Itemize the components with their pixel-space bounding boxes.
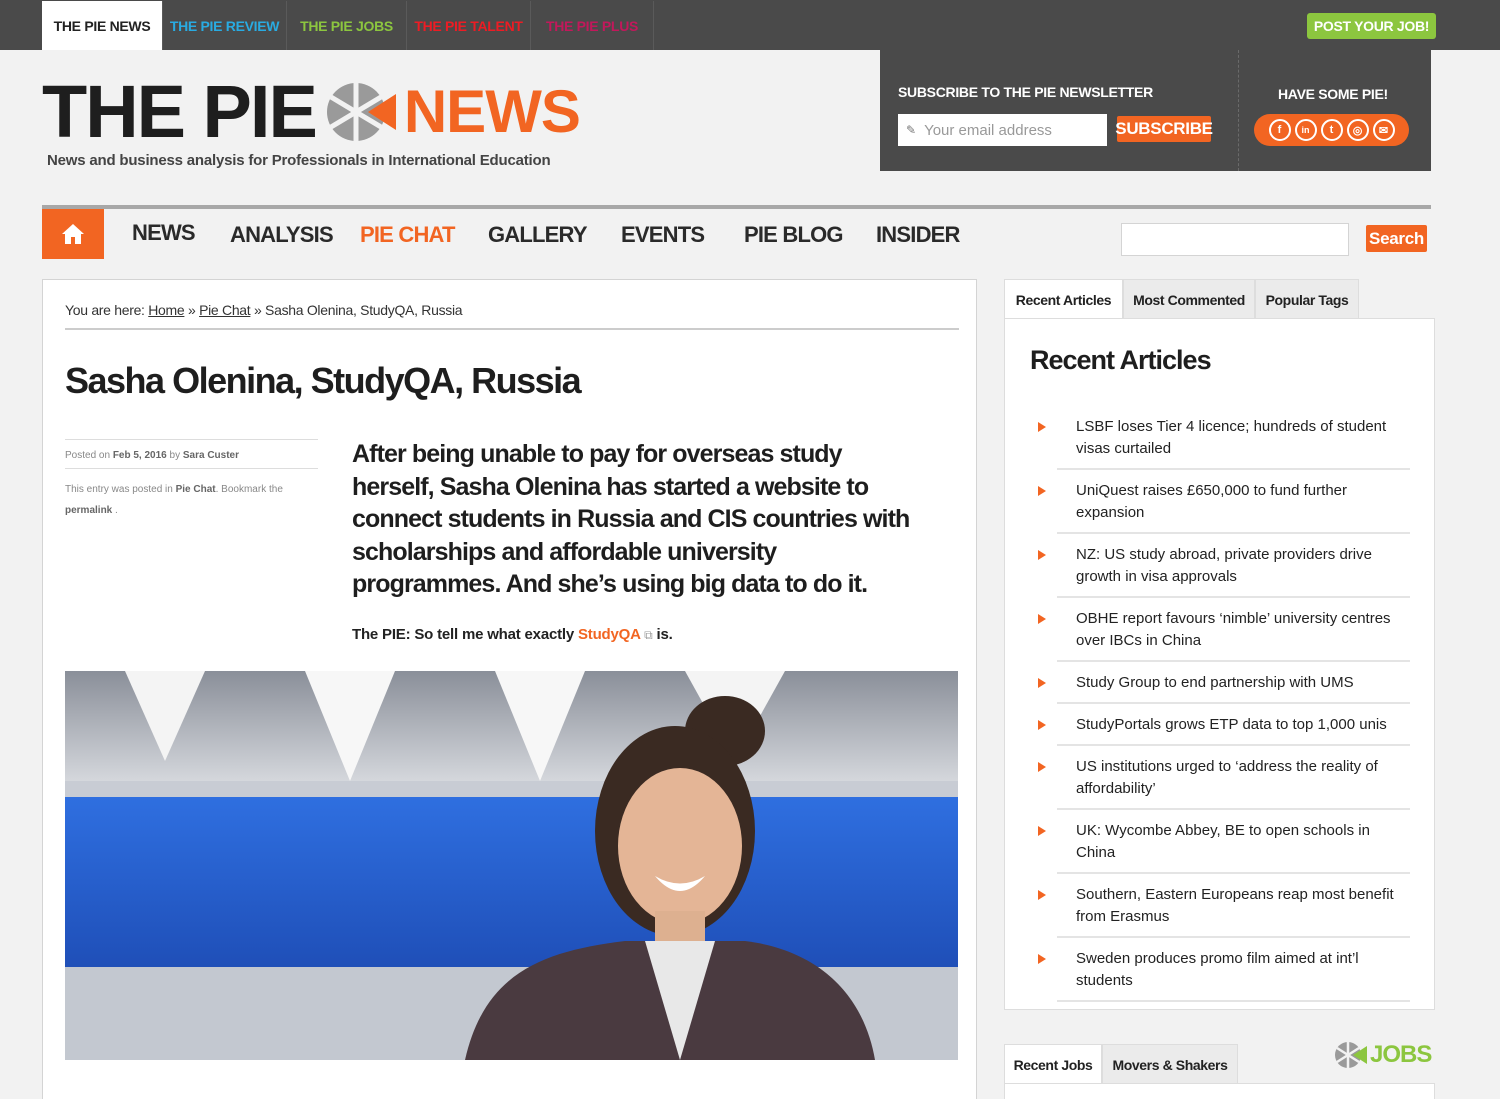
social-links: f in t ◎ ✉ [1254,114,1409,146]
instagram-icon[interactable]: ◎ [1346,119,1369,141]
pencil-icon: ✎ [906,123,917,137]
post-author[interactable]: Sara Custer [183,450,239,461]
subscribe-button[interactable]: SUBSCRIBE [1115,116,1213,142]
site-tagline: News and business analysis for Professio… [47,152,551,169]
breadcrumb-pie-chat-link[interactable]: Pie Chat [199,302,251,318]
pie-jobs-icon [1335,1042,1367,1068]
breadcrumb: You are here: Home » Pie Chat » Sasha Ol… [65,302,463,318]
nav-gallery[interactable]: GALLERY [488,222,588,248]
list-item[interactable]: US institutions urged to ‘address the re… [1038,746,1410,810]
list-item[interactable]: NZ: US study abroad, private providers d… [1038,534,1410,598]
email-field[interactable]: ✎ Your email address [898,114,1107,146]
breadcrumb-divider [65,328,959,330]
tab-recent-jobs[interactable]: Recent Jobs [1004,1044,1102,1084]
email-icon[interactable]: ✉ [1372,119,1395,141]
breadcrumb-current: Sasha Olenina, StudyQA, Russia [265,302,463,318]
list-item[interactable]: LSBF loses Tier 4 licence; hundreds of s… [1038,406,1410,470]
list-item[interactable]: UK: Wycombe Abbey, BE to open schools in… [1038,810,1410,874]
jobs-panel [1004,1083,1435,1099]
post-date-row: Posted on Feb 5, 2016 by Sara Custer [65,439,318,469]
logo-text-the-pie: THE PIE [42,70,318,153]
post-category-row: This entry was posted in Pie Chat. Bookm… [65,484,283,516]
external-link-icon: ⧉ [644,628,653,642]
tab-the-pie-plus[interactable]: THE PIE PLUS [531,1,654,50]
article-panel: You are here: Home » Pie Chat » Sasha Ol… [42,279,977,1099]
tab-recent-articles[interactable]: Recent Articles [1004,279,1123,319]
linkedin-icon[interactable]: in [1294,119,1317,141]
post-date[interactable]: Feb 5, 2016 [113,450,167,461]
facebook-icon[interactable]: f [1268,119,1291,141]
permalink-link[interactable]: permalink [65,505,112,516]
newsletter-title: SUBSCRIBE TO THE PIE NEWSLETTER [898,84,1153,100]
tab-most-commented[interactable]: Most Commented [1123,279,1255,319]
nav-events[interactable]: EVENTS [621,222,705,248]
email-placeholder: Your email address [924,121,1052,139]
tab-movers-shakers[interactable]: Movers & Shakers [1102,1044,1238,1084]
portrait-image [65,671,958,1060]
page-title: Sasha Olenina, StudyQA, Russia [65,360,582,401]
nav-news[interactable]: NEWS [132,220,196,246]
pie-jobs-logo[interactable]: JOBS [1334,1040,1432,1070]
list-item[interactable]: OBHE report favours ‘nimble’ university … [1038,598,1410,662]
top-bar: THE PIE NEWS THE PIE REVIEW THE PIE JOBS… [0,0,1500,50]
post-category-link[interactable]: Pie Chat [176,484,216,495]
tab-popular-tags[interactable]: Popular Tags [1255,279,1359,319]
interview-question: The PIE: So tell me what exactly StudyQA… [352,626,673,643]
recent-articles-panel: Recent Articles LSBF loses Tier 4 licenc… [1004,318,1435,1010]
studyqa-link[interactable]: StudyQA [578,626,640,643]
nav-pie-chat[interactable]: PIE CHAT [360,222,455,248]
list-item[interactable]: UniQuest raises £650,000 to fund further… [1038,470,1410,534]
list-item[interactable]: StudyPortals grows ETP data to top 1,000… [1038,704,1410,746]
home-icon [62,224,84,244]
have-some-pie-label: HAVE SOME PIE! [1278,86,1388,102]
search-button[interactable]: Search [1366,225,1427,252]
breadcrumb-home-link[interactable]: Home [148,302,184,318]
twitter-icon[interactable]: t [1320,119,1343,141]
list-item[interactable]: Sweden produces promo film aimed at int’… [1038,938,1410,1002]
nav-divider [42,205,1431,209]
nav-pie-blog[interactable]: PIE BLOG [744,222,844,248]
tab-the-pie-review[interactable]: THE PIE REVIEW [163,1,287,50]
pie-logo-icon [326,83,396,141]
list-item[interactable]: Southern, Eastern Europeans reap most be… [1038,874,1410,938]
recent-articles-title: Recent Articles [1030,345,1212,375]
nav-analysis[interactable]: ANALYSIS [230,222,334,248]
search-input[interactable] [1121,223,1349,256]
recent-articles-list: LSBF loses Tier 4 licence; hundreds of s… [1030,406,1410,1002]
tab-the-pie-talent[interactable]: THE PIE TALENT [407,1,531,50]
tab-the-pie-news[interactable]: THE PIE NEWS [42,1,163,50]
site-logo[interactable]: THE PIE NEWS [42,70,581,153]
list-item[interactable]: Study Group to end partnership with UMS [1038,662,1410,704]
newsletter-box: SUBSCRIBE TO THE PIE NEWSLETTER ✎ Your e… [880,50,1431,171]
post-your-job-button[interactable]: POST YOUR JOB! [1307,13,1436,39]
newsletter-divider [1238,50,1239,171]
article-photo [65,671,958,1060]
logo-text-news: NEWS [403,78,581,145]
post-meta: Posted on Feb 5, 2016 by Sara Custer Thi… [65,439,318,521]
nav-insider[interactable]: INSIDER [876,222,960,248]
tab-the-pie-jobs[interactable]: THE PIE JOBS [287,1,407,50]
article-lede: After being unable to pay for overseas s… [352,440,910,598]
home-button[interactable] [42,209,104,259]
